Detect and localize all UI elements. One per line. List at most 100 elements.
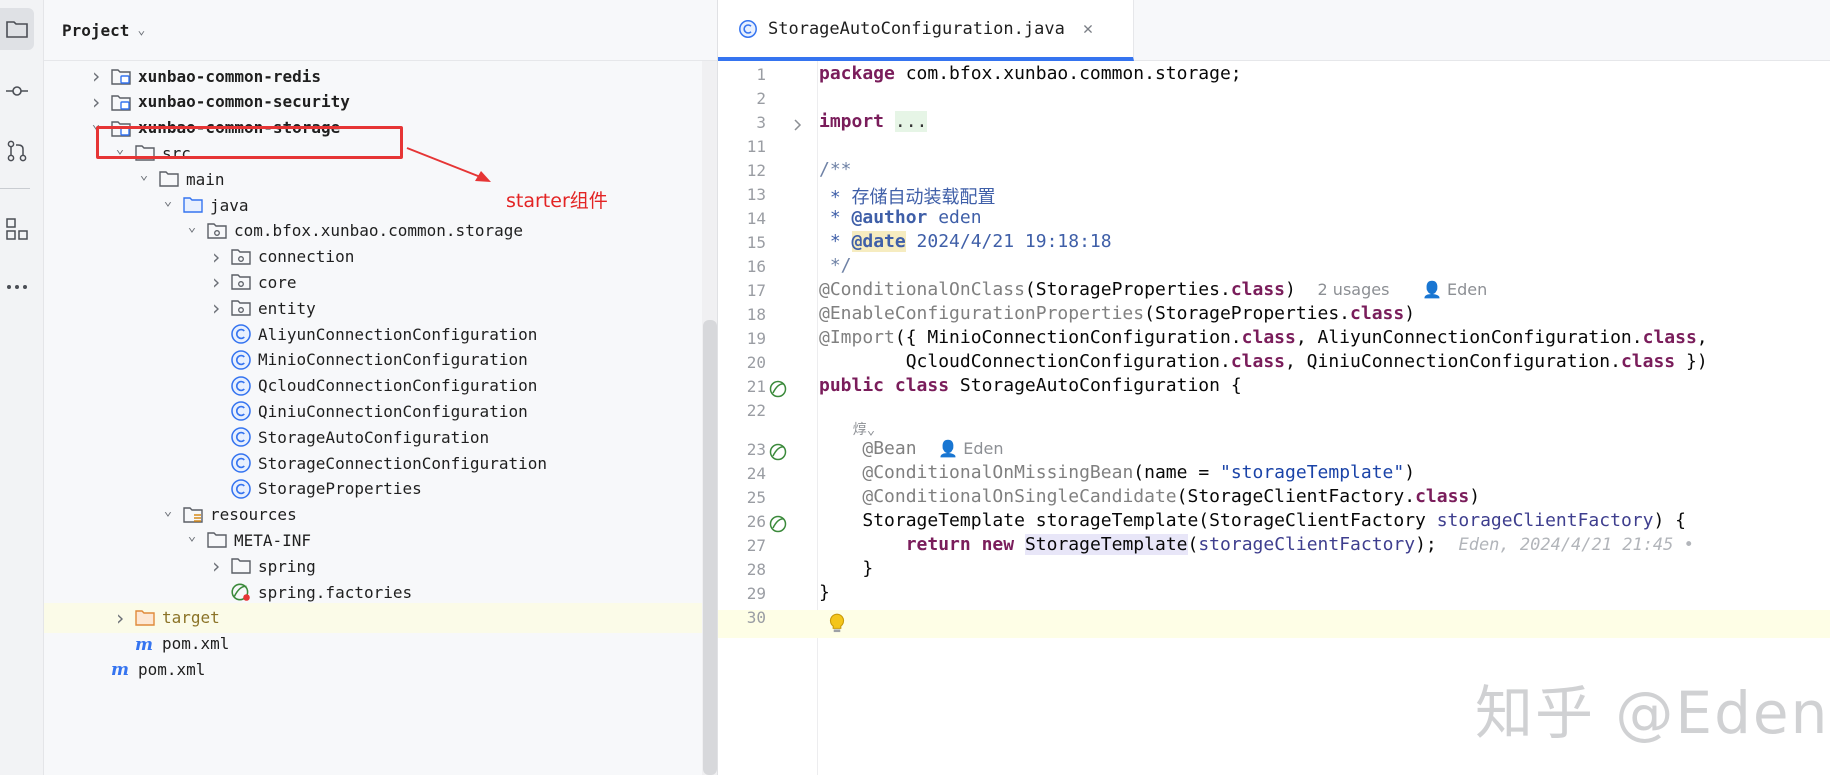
code-line-23: @Bean 👤 Eden — [862, 438, 1004, 459]
line-number: 13 — [746, 185, 766, 204]
chevron-right-icon[interactable]: › — [206, 270, 226, 294]
code-line-27: return new StorageTemplate(storageClient… — [905, 534, 1694, 555]
annotation-label: starter组件 — [506, 190, 608, 212]
line-number: 25 — [746, 488, 766, 507]
tree-item-label: StorageProperties — [258, 479, 422, 499]
java-class-icon — [230, 375, 252, 397]
tree-item-label: pom.xml — [162, 634, 230, 654]
tree-item-label: xunbao-common-security — [138, 92, 350, 112]
tree-item-label: core — [258, 272, 297, 292]
watermark: 知乎 @Eden — [1475, 679, 1830, 747]
close-icon[interactable]: ✕ — [1083, 19, 1093, 39]
code-line-20: QcloudConnectionConfiguration.class, Qin… — [819, 351, 1708, 372]
author-hint[interactable]: 👤 Eden — [1422, 280, 1487, 299]
chevron-right-icon[interactable]: › — [206, 245, 226, 269]
author-hint[interactable]: 👤 Eden — [938, 439, 1003, 458]
line-number: 3 — [756, 113, 766, 132]
structure-tool-button[interactable] — [0, 208, 34, 250]
fold-chevron-icon[interactable] — [788, 115, 808, 135]
structure-icon — [6, 218, 28, 240]
line-number: 21 — [746, 377, 766, 396]
spring-bean-icon[interactable] — [768, 379, 788, 399]
chevron-right-icon[interactable]: › — [110, 606, 130, 630]
code-line-14: * @author eden — [819, 207, 982, 228]
project-tool-button[interactable] — [0, 8, 34, 50]
folder-icon — [158, 168, 180, 190]
chevron-down-icon[interactable]: ⌄ — [134, 167, 154, 183]
java-class-icon — [739, 19, 757, 38]
editor-tab-bar: StorageAutoConfiguration.java ✕ — [718, 0, 1830, 61]
line-number: 11 — [746, 137, 766, 156]
tree-item-label: xunbao-common-redis — [138, 66, 322, 86]
java-class-icon — [230, 452, 252, 474]
highlight-box — [96, 126, 403, 159]
annotation-arrow-icon — [406, 147, 491, 182]
chevron-right-icon[interactable]: › — [86, 64, 106, 88]
java-class-icon — [230, 426, 252, 448]
code-line-13: * 存储自动装载配置 — [819, 187, 996, 208]
tree-item-label: spring — [258, 556, 316, 576]
line-number: 24 — [746, 464, 766, 483]
tree-item-label: connection — [258, 247, 355, 267]
spring-factories-icon — [230, 581, 252, 603]
chevron-right-icon[interactable]: › — [206, 554, 226, 578]
code-line-15: * @date 2024/4/21 19:18:18 — [819, 231, 1112, 252]
svg-text:m: m — [111, 660, 129, 679]
tree-item-label: spring.factories — [258, 582, 413, 602]
package-icon — [230, 271, 252, 293]
commit-tool-button[interactable] — [0, 70, 34, 112]
svg-text:m: m — [135, 635, 153, 654]
spring-bean-icon[interactable] — [768, 514, 788, 534]
chevron-down-icon[interactable]: ⌄ — [182, 219, 202, 235]
lightbulb-icon[interactable] — [826, 612, 848, 636]
folder-icon — [206, 529, 228, 551]
tree-item-label: target — [162, 608, 220, 628]
line-number: 20 — [746, 353, 766, 372]
ai-hint-icon[interactable]: 焞⌄ — [819, 419, 875, 439]
line-number: 15 — [746, 233, 766, 252]
project-panel-title[interactable]: Project — [62, 21, 129, 40]
code-editor: StorageAutoConfiguration.java ✕ 1 2 3 11 12 1… — [718, 0, 1830, 775]
line-number: 1 — [756, 65, 766, 84]
code-line-3: import ... — [819, 111, 928, 132]
java-class-icon — [230, 400, 252, 422]
activity-bar — [0, 0, 44, 775]
code-line-17: @ConditionalOnClass(StorageProperties.cl… — [819, 279, 1488, 300]
code-line-29: } — [819, 582, 830, 603]
package-icon — [206, 220, 228, 242]
tree-item[interactable]: m pom.xml — [44, 654, 704, 684]
tree-item-label: main — [186, 169, 225, 189]
line-number: 22 — [746, 401, 766, 420]
tree-item-label: QcloudConnectionConfiguration — [258, 376, 538, 396]
line-number: 18 — [746, 305, 766, 324]
tree-item-label: AliyunConnectionConfiguration — [258, 324, 538, 344]
line-number: 23 — [746, 440, 766, 459]
chevron-right-icon[interactable]: › — [86, 90, 106, 114]
package-icon — [230, 297, 252, 319]
code-line-25: @ConditionalOnSingleCandidate(StorageCli… — [862, 486, 1481, 507]
project-panel-header: Project ⌄ — [44, 0, 717, 61]
chevron-down-icon[interactable]: ⌄ — [137, 23, 145, 38]
line-number: 19 — [746, 329, 766, 348]
tree-item-label: pom.xml — [138, 659, 206, 679]
folded-imports[interactable]: ... — [894, 111, 928, 132]
line-number: 26 — [746, 512, 766, 531]
chevron-down-icon[interactable]: ⌄ — [158, 193, 178, 209]
spring-bean-icon[interactable] — [768, 442, 788, 462]
tree-item-label: MinioConnectionConfiguration — [258, 350, 528, 370]
commit-icon — [6, 86, 28, 96]
pull-requests-tool-button[interactable] — [0, 130, 34, 172]
usages-hint[interactable]: 2 usages — [1318, 280, 1390, 299]
editor-tab[interactable]: StorageAutoConfiguration.java ✕ — [718, 0, 1134, 61]
source-folder-icon — [182, 194, 204, 216]
chevron-right-icon[interactable]: › — [206, 296, 226, 320]
chevron-down-icon[interactable]: ⌄ — [182, 528, 202, 544]
tree-item-label: META-INF — [234, 530, 312, 550]
line-number: 17 — [746, 281, 766, 300]
more-tools-button[interactable] — [0, 266, 34, 308]
line-number: 12 — [746, 161, 766, 180]
module-folder-icon — [110, 91, 132, 113]
chevron-down-icon[interactable]: ⌄ — [158, 503, 178, 519]
tree-item-label: StorageAutoConfiguration — [258, 427, 490, 447]
scrollbar-thumb[interactable] — [703, 320, 717, 775]
